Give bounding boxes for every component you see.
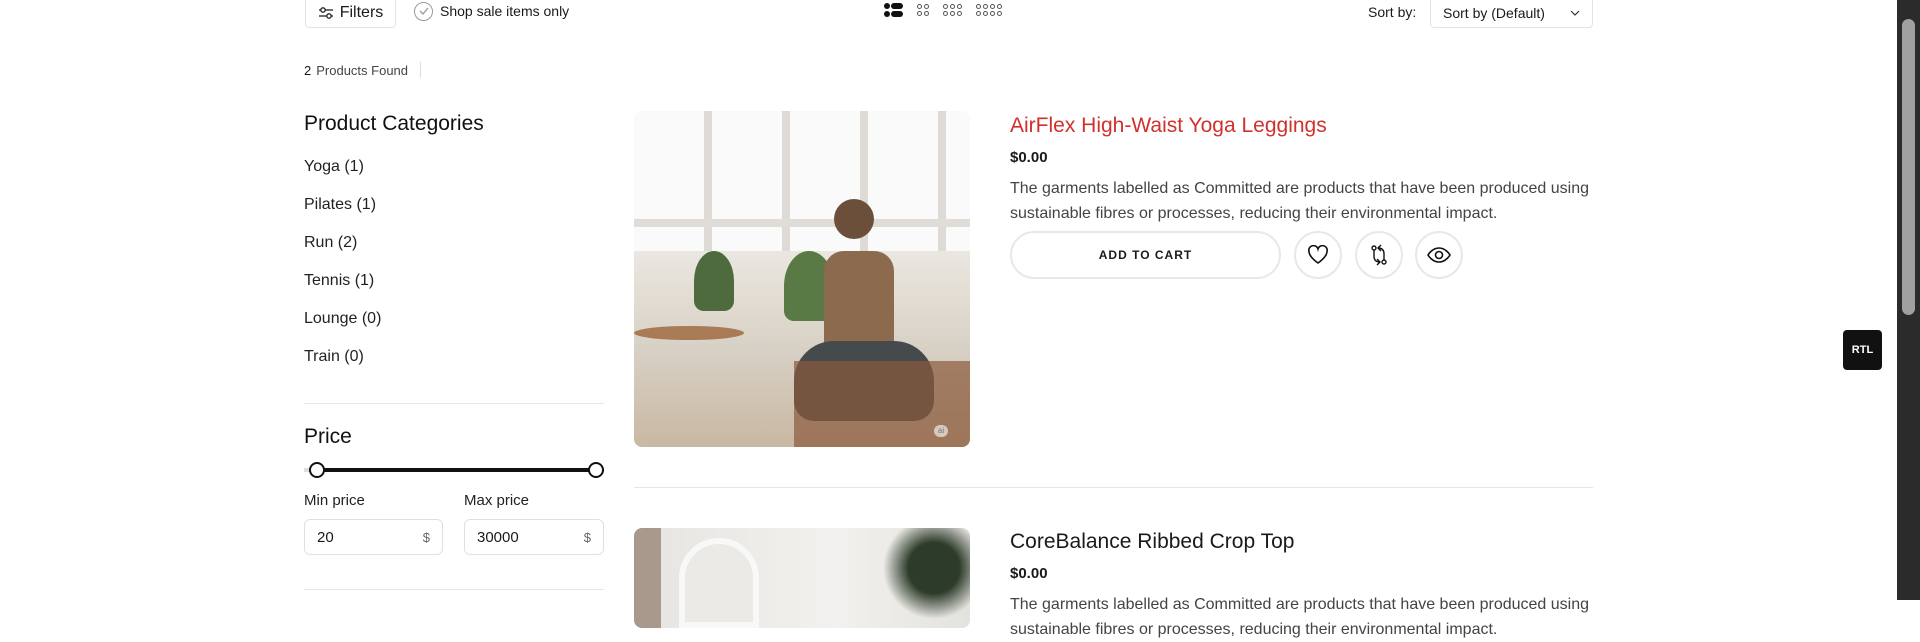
filters-label: Filters [339,4,384,21]
category-link[interactable]: Yoga (1) [304,158,364,176]
divider [304,589,604,590]
sliders-icon [318,7,333,19]
currency-symbol: $ [422,529,430,545]
compare-button[interactable] [1355,231,1403,279]
category-link[interactable]: Lounge (0) [304,310,381,328]
category-link[interactable]: Train (0) [304,348,364,366]
price-title: Price [304,425,352,448]
compare-icon [1371,244,1387,266]
chevron-down-icon [1570,10,1580,16]
scrollbar-thumb[interactable] [1902,19,1915,315]
quick-view-button[interactable] [1415,231,1463,279]
grid-4-icon[interactable] [976,4,1002,16]
sort-label: Sort by: [1368,4,1417,20]
min-handle[interactable] [309,462,325,478]
max-price-input[interactable]: 30000 $ [464,519,604,555]
price-slider[interactable] [304,462,604,478]
sort-select[interactable]: Sort by (Default) [1430,0,1593,28]
view-switcher [884,3,1002,17]
scrollbar[interactable] [1897,0,1920,600]
separator [420,62,422,78]
results-label: Products Found [316,62,409,78]
min-price-value: 20 [317,528,334,546]
currency-symbol: $ [583,529,591,545]
divider [304,403,604,404]
add-to-cart-button[interactable]: ADD TO CART [1010,231,1281,279]
min-price-label: Min price [304,492,365,509]
product-price: $0.00 [1010,149,1048,166]
rtl-toggle-button[interactable]: RTL [1843,330,1882,370]
sort-value: Sort by (Default) [1443,5,1545,21]
ai-badge: ai [934,425,948,437]
product-image[interactable]: ai [634,111,970,447]
min-price-input[interactable]: 20 $ [304,519,443,555]
category-link[interactable]: Pilates (1) [304,196,376,214]
grid-2-icon[interactable] [917,4,929,16]
grid-3-icon[interactable] [943,4,962,16]
categories-title: Product Categories [304,112,484,135]
product-title[interactable]: CoreBalance Ribbed Crop Top [1010,530,1294,554]
wishlist-button[interactable] [1294,231,1342,279]
filters-button[interactable]: Filters [305,0,396,28]
max-price-value: 30000 [477,528,519,546]
heart-icon [1308,245,1328,264]
max-handle[interactable] [588,462,604,478]
product-price: $0.00 [1010,565,1048,582]
category-link[interactable]: Tennis (1) [304,272,374,290]
category-link[interactable]: Run (2) [304,234,357,252]
sale-only-toggle[interactable]: Shop sale items only [414,0,569,22]
product-image[interactable] [634,528,970,628]
product-title[interactable]: AirFlex High-Waist Yoga Leggings [1010,114,1327,138]
divider [634,487,1593,488]
max-price-label: Max price [464,492,530,509]
results-number: 2 [304,62,312,78]
sale-only-label: Shop sale items only [440,3,570,19]
check-circle-icon [414,1,433,21]
list-view-icon[interactable] [884,3,903,17]
eye-icon [1427,247,1451,263]
product-description: The garments labelled as Committed are p… [1010,180,1590,222]
results-count: 2 Products Found [304,62,422,78]
